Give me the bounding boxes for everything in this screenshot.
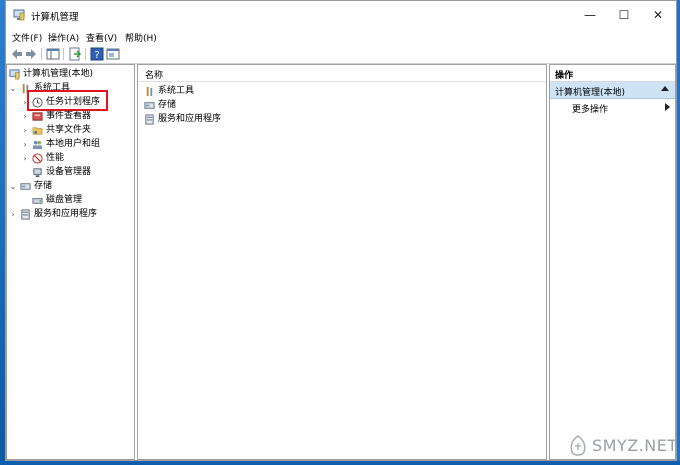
event-viewer-icon bbox=[32, 112, 43, 121]
users-icon bbox=[32, 140, 43, 150]
tree-label: 性能 bbox=[46, 153, 65, 163]
storage-icon bbox=[144, 102, 155, 109]
services-icon bbox=[21, 209, 30, 220]
actions-group-computer-management[interactable]: 计算机管理(本地) bbox=[550, 82, 675, 99]
tree-label: 服务和应用程序 bbox=[34, 209, 98, 219]
collapsed-chevron-icon[interactable]: › bbox=[21, 124, 29, 137]
toolbar-separator bbox=[41, 48, 42, 60]
list-item-label: 存储 bbox=[158, 100, 177, 110]
minimize-button[interactable]: — bbox=[573, 1, 607, 29]
properties-icon[interactable] bbox=[106, 47, 120, 61]
help-icon[interactable]: ? bbox=[90, 47, 104, 61]
list-item-label: 系统工具 bbox=[158, 86, 195, 96]
actions-pane: 操作 计算机管理(本地) 更多操作 bbox=[549, 64, 676, 460]
tree-label: 本地用户和组 bbox=[46, 139, 101, 149]
tree-label: 磁盘管理 bbox=[46, 195, 83, 205]
performance-icon bbox=[32, 153, 43, 164]
watermark: SMYZ.NET bbox=[566, 432, 677, 460]
shared-folder-icon bbox=[32, 127, 43, 135]
menu-action[interactable]: 操作(A) bbox=[48, 31, 79, 44]
computer-management-window: 计算机管理 — ☐ ✕ 文件(F) 操作(A) 查看(V) 帮助(H) ? 计算… bbox=[5, 0, 677, 461]
watermark-text: SMYZ.NET bbox=[592, 436, 677, 455]
menu-view[interactable]: 查看(V) bbox=[86, 31, 117, 44]
content-list: 名称 系统工具 存储 服务和应用程序 bbox=[137, 64, 547, 460]
services-icon bbox=[145, 114, 154, 125]
more-actions-label: 更多操作 bbox=[572, 105, 609, 115]
toolbar: ? bbox=[6, 45, 676, 64]
menu-bar: 文件(F) 操作(A) 查看(V) 帮助(H) bbox=[6, 29, 676, 45]
more-actions-item[interactable]: 更多操作 bbox=[550, 100, 675, 115]
device-manager-icon bbox=[33, 168, 42, 178]
title-bar[interactable]: 计算机管理 — ☐ ✕ bbox=[6, 1, 676, 29]
export-icon[interactable] bbox=[68, 47, 82, 61]
collapsed-chevron-icon[interactable]: › bbox=[9, 208, 17, 221]
close-button[interactable]: ✕ bbox=[641, 1, 675, 29]
show-tree-icon[interactable] bbox=[46, 47, 60, 61]
actions-title: 操作 bbox=[555, 71, 574, 81]
menu-help[interactable]: 帮助(H) bbox=[125, 31, 157, 44]
list-item-label: 服务和应用程序 bbox=[158, 114, 222, 124]
tree-label: 计算机管理(本地) bbox=[23, 69, 94, 79]
expanded-chevron-icon[interactable]: ⌄ bbox=[9, 82, 17, 95]
toolbar-separator bbox=[85, 48, 86, 60]
tree-label: 事件查看器 bbox=[46, 111, 92, 121]
collapsed-chevron-icon[interactable]: › bbox=[21, 138, 29, 151]
tools-icon bbox=[146, 86, 153, 97]
window-title: 计算机管理 bbox=[31, 12, 79, 23]
forward-icon[interactable] bbox=[24, 47, 38, 61]
collapse-up-icon[interactable] bbox=[661, 86, 669, 91]
tree-label: 共享文件夹 bbox=[46, 125, 92, 135]
name-column-header[interactable]: 名称 bbox=[138, 65, 546, 82]
annotation-highlight-box bbox=[27, 90, 108, 111]
computer-management-icon bbox=[13, 9, 25, 21]
storage-icon bbox=[20, 183, 31, 190]
computer-management-icon bbox=[9, 69, 20, 80]
svg-text:?: ? bbox=[94, 50, 99, 61]
collapsed-chevron-icon[interactable]: › bbox=[21, 110, 29, 123]
navigation-tree: 计算机管理(本地) ⌄ 系统工具 › 任务计划程序 › 事件查看器 › 共享文件… bbox=[6, 64, 135, 460]
disk-icon bbox=[32, 198, 43, 204]
tree-label: 设备管理器 bbox=[46, 167, 92, 177]
taskbar-edge bbox=[0, 461, 680, 465]
watermark-logo-icon bbox=[570, 435, 586, 456]
menu-file[interactable]: 文件(F) bbox=[12, 31, 42, 44]
tree-label: 存储 bbox=[34, 181, 53, 191]
column-label: 名称 bbox=[145, 71, 164, 81]
maximize-button[interactable]: ☐ bbox=[607, 1, 641, 29]
submenu-arrow-icon bbox=[665, 103, 670, 111]
collapsed-chevron-icon[interactable]: › bbox=[21, 152, 29, 165]
actions-group-label: 计算机管理(本地) bbox=[555, 88, 626, 98]
back-icon[interactable] bbox=[10, 47, 24, 61]
toolbar-separator bbox=[63, 48, 64, 60]
actions-header: 操作 bbox=[550, 65, 675, 82]
expanded-chevron-icon[interactable]: ⌄ bbox=[9, 180, 17, 193]
